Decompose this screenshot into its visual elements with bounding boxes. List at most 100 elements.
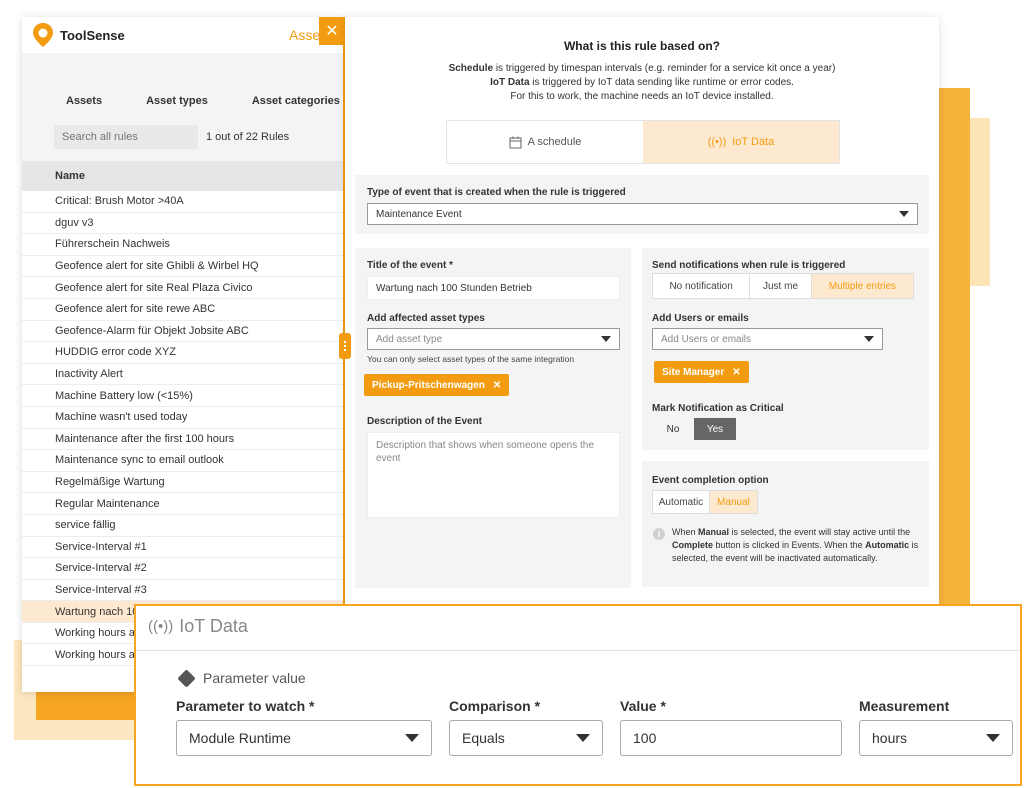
- multiple-entries-button[interactable]: Multiple entries: [811, 274, 913, 298]
- notification-options: No notification Just me Multiple entries: [652, 273, 914, 299]
- user-chip-label: Site Manager: [662, 366, 725, 378]
- description-label: Description of the Event: [367, 416, 483, 427]
- parameter-select[interactable]: Module Runtime: [176, 720, 432, 756]
- measurement-label: Measurement: [859, 698, 950, 714]
- users-label: Add Users or emails: [652, 313, 749, 324]
- completion-info: When Manual is selected, the event will …: [672, 527, 919, 563]
- broadcast-icon: ((•)): [707, 136, 727, 148]
- rule-list-item[interactable]: Geofence alert for site rewe ABC: [22, 299, 343, 321]
- chevron-down-icon: [986, 734, 1000, 742]
- rule-basis-description: Schedule is triggered by timespan interv…: [448, 63, 836, 102]
- value-input[interactable]: 100: [620, 720, 842, 756]
- automatic-button[interactable]: Automatic: [653, 491, 710, 513]
- manual-button[interactable]: Manual: [709, 491, 757, 513]
- event-type-label: Type of event that is created when the r…: [367, 187, 626, 198]
- rule-list-item[interactable]: Geofence alert for site Ghibli & Wirbel …: [22, 256, 343, 278]
- iot-option-button[interactable]: ((•)) IoT Data: [643, 121, 839, 163]
- rule-list-item[interactable]: Geofence-Alarm für Objekt Jobsite ABC: [22, 321, 343, 343]
- asset-type-placeholder: Add asset type: [376, 333, 443, 345]
- rule-list: Critical: Brush Motor >40A dguv v3 Führers…: [22, 191, 343, 667]
- rule-editor-panel: What is this rule based on? Schedule is …: [345, 17, 939, 607]
- search-input[interactable]: [54, 125, 198, 149]
- iot-data-title-text: IoT Data: [179, 616, 248, 636]
- rule-list-item[interactable]: Machine Battery low (<15%): [22, 385, 343, 407]
- divider: [136, 650, 1020, 651]
- chevron-down-icon: [864, 336, 874, 342]
- parameter-heading: Parameter value: [177, 668, 306, 688]
- asset-type-chip[interactable]: Pickup-Pritschenwagen ✕: [364, 374, 510, 396]
- tab-asset-types[interactable]: Asset types: [102, 95, 208, 107]
- panel-resize-handle[interactable]: [339, 333, 351, 359]
- rule-list-item[interactable]: Service-Interval #2: [22, 558, 343, 580]
- notifications-label: Send notifications when rule is triggere…: [652, 260, 846, 271]
- close-icon[interactable]: ✕: [493, 380, 501, 391]
- tab-bar: Assets Asset types Asset categories: [22, 53, 343, 113]
- completion-options: Automatic Manual: [652, 490, 758, 514]
- chevron-down-icon: [899, 211, 909, 217]
- users-select[interactable]: Add Users or emails: [652, 328, 883, 350]
- brand: ToolSense: [32, 22, 125, 48]
- comparison-select[interactable]: Equals: [449, 720, 603, 756]
- comparison-label: Comparison *: [449, 698, 541, 714]
- critical-no-button[interactable]: No: [652, 418, 694, 440]
- event-type-value: Maintenance Event: [376, 208, 462, 220]
- tab-asset-categories[interactable]: Asset categories: [208, 95, 340, 107]
- critical-label: Mark Notification as Critical: [652, 403, 784, 414]
- chevron-down-icon: [601, 336, 611, 342]
- brand-name: ToolSense: [60, 27, 125, 43]
- asset-type-chip-label: Pickup-Pritschenwagen: [372, 379, 485, 391]
- rule-list-item[interactable]: dguv v3: [22, 213, 343, 235]
- column-header-name[interactable]: Name: [22, 161, 343, 191]
- rule-list-item[interactable]: Maintenance sync to email outlook: [22, 450, 343, 472]
- value-label: Value *: [620, 698, 666, 714]
- rules-list-panel: ToolSense Assets Assets Asset types Asse…: [22, 17, 345, 692]
- close-icon: ✕: [325, 23, 339, 40]
- asset-types-hint: You can only select asset types of the s…: [367, 354, 575, 364]
- event-type-select[interactable]: Maintenance Event: [367, 203, 918, 225]
- rule-list-item[interactable]: Regular Maintenance: [22, 493, 343, 515]
- just-me-button[interactable]: Just me: [750, 274, 812, 298]
- event-title-input[interactable]: Wartung nach 100 Stunden Betrieb: [367, 276, 620, 300]
- measurement-select[interactable]: hours: [859, 720, 1013, 756]
- close-icon[interactable]: ✕: [732, 367, 740, 378]
- rule-list-item[interactable]: Führerschein Nachweis: [22, 234, 343, 256]
- schedule-option-button[interactable]: A schedule: [447, 121, 643, 163]
- critical-yes-button[interactable]: Yes: [694, 418, 736, 440]
- panel-header: ToolSense Assets: [22, 17, 343, 53]
- value-text: 100: [633, 730, 657, 746]
- decorative-shape: [36, 690, 136, 720]
- event-title-value: Wartung nach 100 Stunden Betrieb: [376, 282, 532, 294]
- measurement-value: hours: [872, 730, 908, 746]
- toolsense-logo-icon: [33, 23, 53, 47]
- user-chip[interactable]: Site Manager ✕: [654, 361, 749, 383]
- critical-toggle: No Yes: [652, 418, 736, 440]
- rule-list-item[interactable]: Geofence alert for site Real Plaza Civic…: [22, 277, 343, 299]
- rule-basis-toggle: A schedule ((•)) IoT Data: [446, 120, 840, 164]
- rule-list-item[interactable]: Critical: Brush Motor >40A: [22, 191, 343, 213]
- no-notification-button[interactable]: No notification: [653, 274, 751, 298]
- info-icon: i: [653, 528, 665, 540]
- asset-type-select[interactable]: Add asset type: [367, 328, 620, 350]
- description-textarea[interactable]: Description that shows when someone open…: [367, 432, 620, 518]
- users-placeholder: Add Users or emails: [661, 333, 752, 345]
- close-button[interactable]: ✕: [319, 17, 345, 45]
- rule-list-item[interactable]: Maintenance after the first 100 hours: [22, 429, 343, 451]
- iot-data-panel: ((•)) IoT Data Parameter value Parameter…: [134, 604, 1022, 786]
- rule-list-item[interactable]: Service-Interval #3: [22, 580, 343, 602]
- parameter-value: Module Runtime: [189, 730, 291, 746]
- schedule-option-label: A schedule: [527, 136, 582, 148]
- rule-count: 1 out of 22 Rules: [206, 131, 290, 143]
- rule-list-item[interactable]: Service-Interval #1: [22, 537, 343, 559]
- rule-list-item[interactable]: Regelmäßige Wartung: [22, 472, 343, 494]
- rule-list-item[interactable]: Inactivity Alert: [22, 364, 343, 386]
- warning-diamond-icon: [177, 668, 196, 688]
- chevron-down-icon: [405, 734, 419, 742]
- rule-list-item[interactable]: HUDDIG error code XYZ: [22, 342, 343, 364]
- rule-list-item[interactable]: Machine wasn't used today: [22, 407, 343, 429]
- asset-types-label: Add affected asset types: [367, 313, 485, 324]
- chevron-down-icon: [576, 734, 590, 742]
- completion-label: Event completion option: [652, 475, 769, 486]
- iot-option-label: IoT Data: [732, 136, 775, 148]
- rule-list-item[interactable]: service fällig: [22, 515, 343, 537]
- tab-assets[interactable]: Assets: [22, 95, 102, 107]
